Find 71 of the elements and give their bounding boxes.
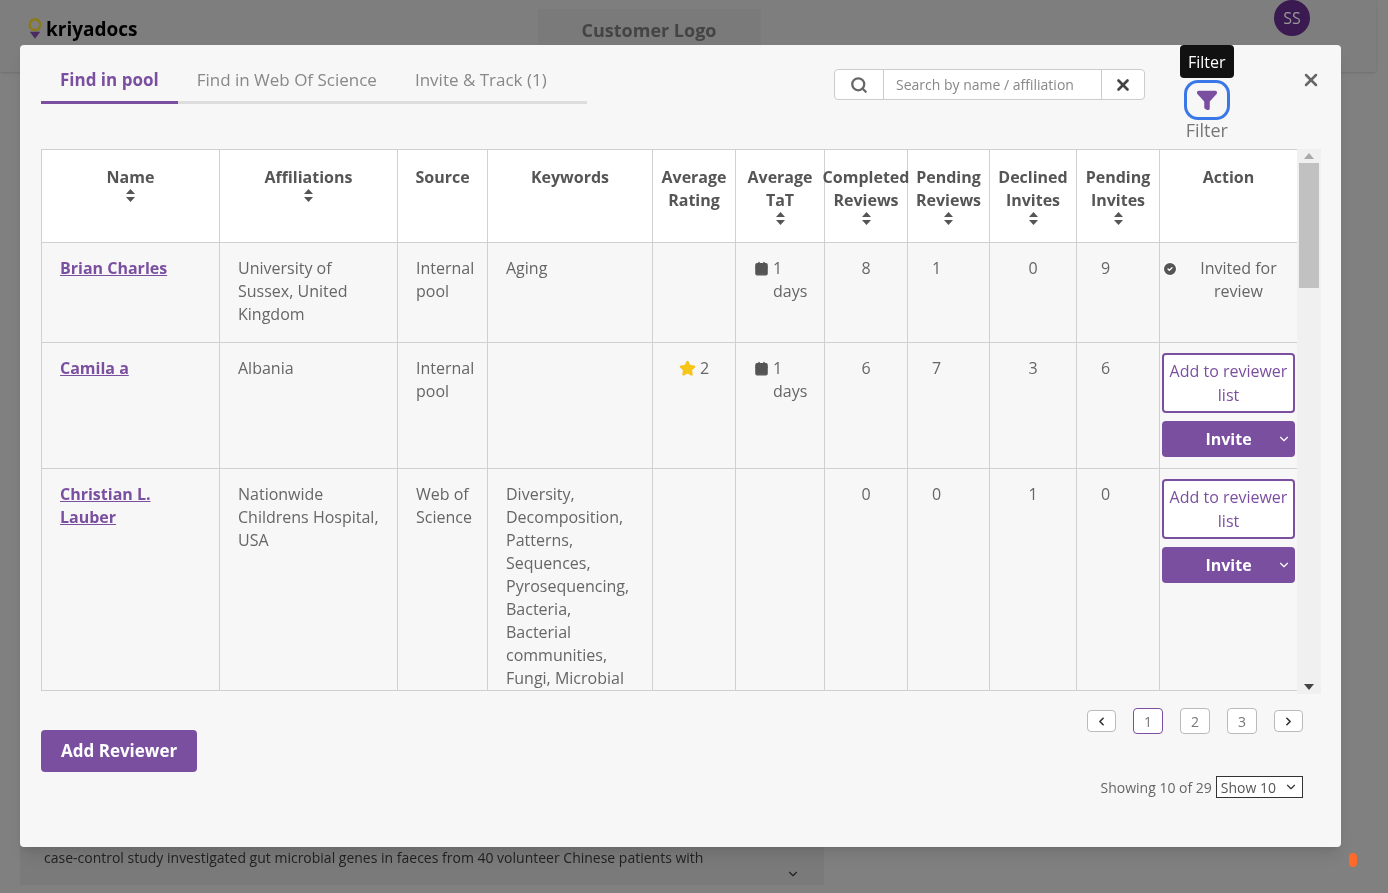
next-page-button[interactable] bbox=[1274, 710, 1303, 732]
add-to-list-button[interactable]: Add to reviewer list bbox=[1162, 479, 1295, 539]
count-text: 3 bbox=[1028, 357, 1038, 379]
avatar[interactable]: SS bbox=[1274, 0, 1310, 36]
calendar-icon bbox=[754, 261, 769, 276]
add-reviewer-button[interactable]: Add Reviewer bbox=[41, 730, 198, 772]
count-text: 1 bbox=[932, 257, 942, 279]
logo-icon bbox=[28, 18, 42, 40]
showing-text: Showing 10 of 29 bbox=[1100, 776, 1212, 798]
source-text: Web of Science bbox=[416, 483, 472, 528]
count-text: 9 bbox=[1101, 257, 1111, 279]
page-button[interactable]: 3 bbox=[1227, 708, 1257, 734]
reviewer-name-link[interactable]: Christian L. Lauber bbox=[60, 483, 176, 529]
filter-label: Filter bbox=[1185, 120, 1228, 140]
count-text: 6 bbox=[861, 357, 871, 379]
sort-icon[interactable] bbox=[775, 212, 785, 225]
check-icon bbox=[1162, 261, 1178, 277]
count-text: 0 bbox=[861, 483, 871, 505]
reviewer-name-link[interactable]: Camila a bbox=[60, 357, 129, 380]
sort-icon[interactable] bbox=[1113, 212, 1123, 225]
page-size-select[interactable]: Show 10 bbox=[1215, 776, 1303, 798]
abstract-text: case-control study investigated gut microbial genes in faeces from 40 volunteer Chinese patients with bbox=[44, 847, 704, 869]
affiliation-text: Nationwide Childrens Hospital, USA bbox=[238, 483, 379, 551]
search-icon[interactable] bbox=[850, 75, 868, 94]
column-header: Source bbox=[415, 166, 470, 189]
search-field[interactable]: Search by name / affiliation bbox=[834, 69, 1145, 100]
scroll-down-icon[interactable] bbox=[1304, 684, 1314, 690]
source-text: Internal pool bbox=[416, 357, 475, 402]
tab[interactable]: Find in Web Of Science bbox=[177, 67, 396, 101]
count-text: 7 bbox=[932, 357, 942, 379]
sort-icon[interactable] bbox=[861, 212, 871, 225]
page-button[interactable]: 2 bbox=[1180, 708, 1210, 734]
sort-icon[interactable] bbox=[1028, 212, 1038, 225]
keywords-text: Aging bbox=[506, 257, 548, 279]
tooltip: Filter bbox=[1180, 45, 1234, 78]
previous-page-button[interactable] bbox=[1087, 710, 1116, 732]
sort-icon[interactable] bbox=[944, 212, 953, 225]
logo: kriyadocs bbox=[46, 18, 138, 40]
count-text: 0 bbox=[1101, 483, 1111, 505]
count-text: 0 bbox=[932, 483, 942, 505]
filter-icon[interactable] bbox=[1195, 89, 1218, 111]
invite-button[interactable]: Invite bbox=[1162, 421, 1295, 457]
tab[interactable]: Invite & Track (1) bbox=[395, 67, 566, 101]
count-text: 1 bbox=[1028, 483, 1038, 505]
star-icon bbox=[678, 360, 696, 377]
tat-text: 1 days bbox=[773, 357, 808, 403]
add-to-list-button[interactable]: Add to reviewer list bbox=[1162, 353, 1295, 413]
sort-icon[interactable] bbox=[126, 189, 135, 202]
keywords-text: Diversity, Decomposition, Patterns, Sequences, Pyrosequencing, Bacteria, Bacterial communities, Fungi, Microbial bbox=[506, 483, 630, 689]
count-text: 8 bbox=[861, 257, 871, 279]
filter-button[interactable] bbox=[1183, 80, 1230, 120]
count-text: 6 bbox=[1101, 357, 1111, 379]
source-text: Internal pool bbox=[416, 257, 475, 302]
calendar-icon bbox=[754, 361, 769, 376]
tab[interactable]: Find in pool bbox=[41, 67, 178, 104]
column-header: Keywords bbox=[530, 166, 610, 189]
page-button[interactable]: 1 bbox=[1133, 708, 1163, 734]
invite-button[interactable]: Invite bbox=[1162, 547, 1295, 583]
rating-text: 2 bbox=[699, 357, 710, 380]
tat-text: 1 days bbox=[773, 257, 808, 303]
sort-icon[interactable] bbox=[304, 189, 313, 202]
column-header[interactable]: Name bbox=[106, 166, 155, 189]
affiliation-text: Albania bbox=[238, 357, 294, 379]
column-header: Action bbox=[1202, 166, 1255, 189]
column-header: Average Rating bbox=[660, 166, 728, 212]
affiliation-text: University of Sussex, United Kingdom bbox=[238, 257, 348, 325]
scrollbar-thumb[interactable] bbox=[1299, 163, 1319, 288]
reviewer-name-link[interactable]: Brian Charles bbox=[60, 257, 168, 280]
column-header[interactable]: Affiliations bbox=[264, 166, 353, 189]
invited-status: Invited for review bbox=[1199, 257, 1278, 303]
count-text: 0 bbox=[1028, 257, 1038, 279]
